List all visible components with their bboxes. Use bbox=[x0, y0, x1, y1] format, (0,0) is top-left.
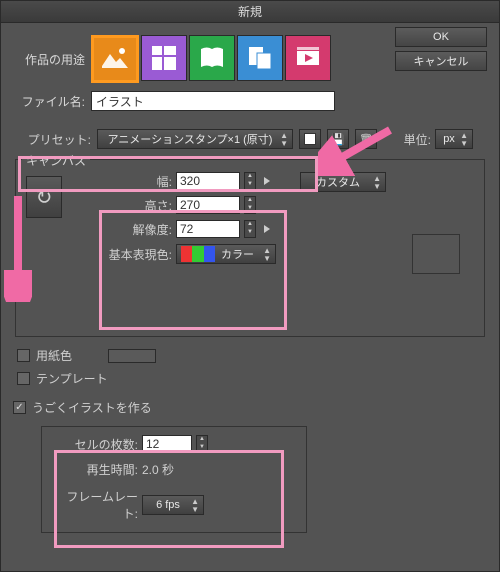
cells-label: セルの枚数: bbox=[52, 436, 138, 453]
framerate-label: フレームレート: bbox=[52, 488, 138, 522]
colormode-dropdown[interactable]: カラー ▲▼ bbox=[176, 244, 276, 264]
playtime-value: 2.0 秒 bbox=[142, 461, 174, 478]
canvas-legend: キャンバス bbox=[22, 152, 90, 169]
unit-dropdown[interactable]: px ▲▼ bbox=[435, 129, 473, 149]
animation-checkbox[interactable]: ✓ bbox=[13, 401, 26, 414]
preset-swatch-button[interactable] bbox=[299, 129, 321, 149]
purpose-icon-print[interactable] bbox=[237, 35, 283, 81]
new-dialog: 新規 OK キャンセル 作品の用途 bbox=[0, 0, 500, 572]
template-checkbox[interactable] bbox=[17, 372, 30, 385]
animation-label: うごくイラストを作る bbox=[32, 399, 152, 416]
save-icon: 💾 bbox=[331, 133, 345, 146]
papercolor-swatch[interactable] bbox=[108, 349, 156, 363]
purpose-icon-book[interactable] bbox=[189, 35, 235, 81]
preset-value: アニメーションスタンプ×1 (原寸) bbox=[108, 131, 273, 147]
resolution-input[interactable] bbox=[176, 220, 240, 238]
resolution-label: 解像度: bbox=[98, 221, 172, 238]
dialog-buttons: OK キャンセル bbox=[395, 27, 487, 71]
height-input[interactable] bbox=[176, 196, 240, 214]
filename-label: ファイル名: bbox=[13, 93, 91, 110]
canvas-preview bbox=[412, 234, 460, 274]
purpose-label: 作品の用途 bbox=[13, 35, 91, 68]
chevron-updown-icon: ▲▼ bbox=[280, 132, 288, 148]
size-preset-value: カスタム bbox=[316, 174, 360, 190]
width-label: 幅: bbox=[98, 173, 172, 190]
canvas-fieldset: キャンバス ↻ 幅: ▲▼ 高さ: ▲▼ bbox=[15, 159, 485, 337]
ok-button[interactable]: OK bbox=[395, 27, 487, 47]
resolution-spinner[interactable]: ▲▼ bbox=[244, 220, 256, 238]
preset-label: プリセット: bbox=[13, 131, 91, 148]
purpose-icon-group bbox=[91, 35, 331, 83]
chevron-updown-icon: ▲▼ bbox=[263, 247, 271, 263]
chevron-updown-icon: ▲▼ bbox=[460, 132, 468, 148]
framerate-value: 6 fps bbox=[156, 499, 180, 511]
colormode-label: 基本表現色: bbox=[98, 246, 172, 263]
colormode-value: カラー bbox=[221, 246, 254, 262]
height-spinner[interactable]: ▲▼ bbox=[244, 196, 256, 214]
height-label: 高さ: bbox=[98, 197, 172, 214]
playtime-label: 再生時間: bbox=[52, 461, 138, 478]
dialog-title: 新規 bbox=[1, 1, 499, 23]
rotate-button-col: ↻ bbox=[26, 172, 62, 264]
size-preset-dropdown[interactable]: カスタム ▲▼ bbox=[300, 172, 386, 192]
preset-save-button[interactable]: 💾 bbox=[327, 129, 349, 149]
rotate-icon: ↻ bbox=[36, 185, 53, 210]
width-input[interactable] bbox=[176, 172, 240, 190]
chevron-updown-icon: ▲▼ bbox=[191, 498, 199, 514]
width-link-icon bbox=[264, 177, 270, 185]
cancel-button[interactable]: キャンセル bbox=[395, 51, 487, 71]
rotate-orientation-button[interactable]: ↻ bbox=[26, 176, 62, 218]
preset-delete-button[interactable]: 🗑 bbox=[355, 129, 377, 149]
purpose-icon-illustration[interactable] bbox=[91, 35, 139, 83]
dialog-content: OK キャンセル 作品の用途 bbox=[1, 23, 499, 533]
purpose-icon-animation[interactable] bbox=[285, 35, 331, 81]
papercolor-checkbox[interactable] bbox=[17, 349, 30, 362]
filename-input[interactable] bbox=[91, 91, 335, 111]
chevron-updown-icon: ▲▼ bbox=[373, 175, 381, 191]
template-label: テンプレート bbox=[36, 370, 108, 387]
resolution-link-icon bbox=[264, 225, 270, 233]
unit-label: 単位: bbox=[404, 131, 431, 148]
cells-spinner[interactable]: ▲▼ bbox=[196, 435, 208, 453]
cells-input[interactable] bbox=[142, 435, 192, 453]
purpose-icon-comic[interactable] bbox=[141, 35, 187, 81]
animation-fieldset: セルの枚数: ▲▼ 再生時間: 2.0 秒 フレームレート: 6 fps ▲▼ bbox=[41, 426, 307, 533]
width-spinner[interactable]: ▲▼ bbox=[244, 172, 256, 190]
preset-dropdown[interactable]: アニメーションスタンプ×1 (原寸) ▲▼ bbox=[97, 129, 293, 149]
unit-value: px bbox=[443, 133, 455, 145]
color-swatch-icon bbox=[181, 246, 215, 262]
framerate-dropdown[interactable]: 6 fps ▲▼ bbox=[142, 495, 204, 515]
papercolor-label: 用紙色 bbox=[36, 347, 72, 364]
check-icon: ✓ bbox=[15, 402, 23, 413]
trash-icon: 🗑 bbox=[359, 133, 373, 146]
